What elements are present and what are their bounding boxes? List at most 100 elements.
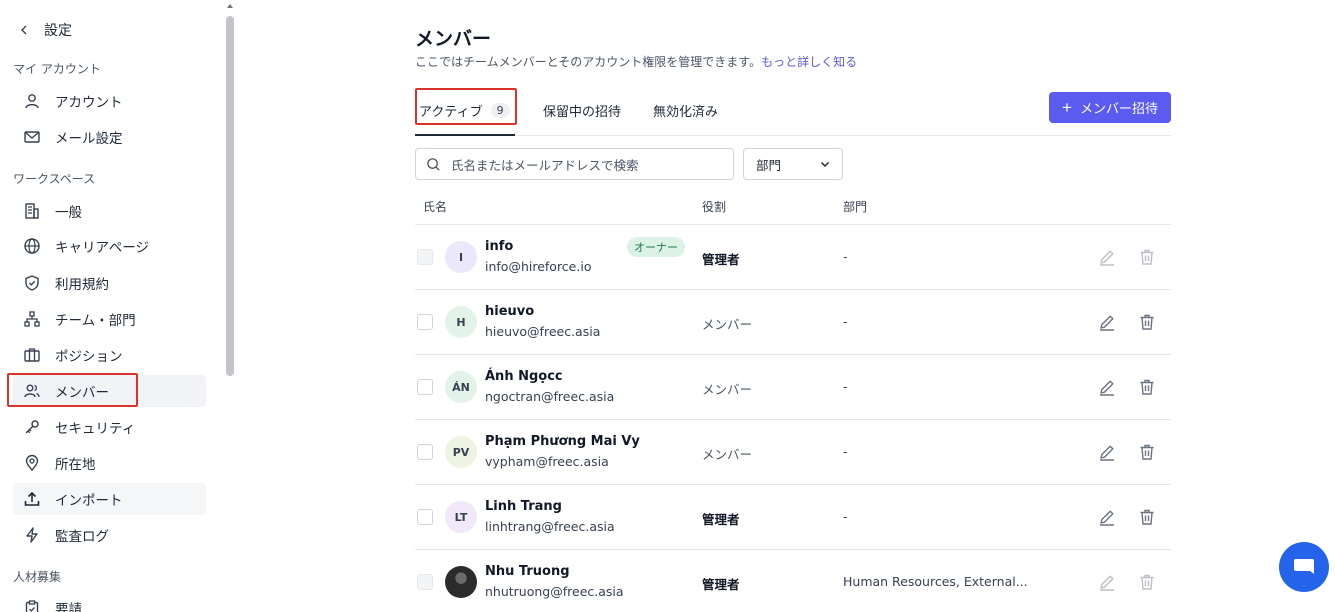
trash-icon	[1137, 444, 1157, 466]
pencil-icon	[1097, 575, 1117, 596]
member-email: info@hireforce.io	[485, 259, 592, 274]
edit-member-button[interactable]	[1097, 312, 1117, 332]
department-filter-select[interactable]: 部門	[743, 148, 843, 180]
page-title: メンバー	[415, 28, 492, 50]
delete-member-button	[1137, 247, 1157, 267]
avatar	[445, 566, 477, 598]
sidebar-item-import[interactable]: インポート	[13, 483, 206, 515]
sidebar-item-audit-log[interactable]: 監査ログ	[13, 519, 206, 551]
globe-icon	[24, 238, 40, 254]
edit-member-button[interactable]	[1097, 377, 1117, 397]
pencil-icon	[1097, 250, 1117, 271]
tab-active[interactable]: アクティブ 9	[419, 101, 510, 120]
delete-member-button[interactable]	[1137, 377, 1157, 397]
lightning-icon	[26, 527, 38, 543]
sidebar-item-label: 一般	[55, 205, 82, 221]
sidebar-item-requisitions[interactable]: 要請	[13, 592, 206, 612]
table-row: Nhu Truong nhutruong@freec.asia 管理者 Human R…	[415, 550, 1171, 612]
table-row: ÁN Ánh Ngọcc ngoctran@freec.asia メンバー -	[415, 355, 1171, 420]
shield-icon	[25, 275, 39, 291]
search-icon	[427, 157, 440, 171]
invite-member-button[interactable]: + メンバー招待	[1049, 92, 1171, 123]
sidebar-item-terms[interactable]: 利用規約	[13, 267, 206, 299]
section-title-recruiting: 人材募集	[13, 570, 62, 584]
member-search-input[interactable]: 氏名またはメールアドレスで検索	[415, 148, 734, 180]
tab-pending-invites[interactable]: 保留中の招待	[543, 101, 621, 120]
chat-support-button[interactable]	[1279, 542, 1329, 592]
avatar: LT	[445, 501, 477, 533]
member-role: 管理者	[702, 577, 740, 592]
pencil-icon	[1097, 510, 1117, 531]
sidebar-scrollbar[interactable]	[224, 0, 236, 612]
tab-deactivated[interactable]: 無効化済み	[653, 101, 718, 120]
sidebar-item-label: 利用規約	[55, 277, 109, 293]
map-pin-icon	[25, 454, 39, 472]
member-email: ngoctran@freec.asia	[485, 389, 615, 404]
mail-icon	[24, 131, 40, 143]
table-row: LT Linh Trang linhtrang@freec.asia 管理者 -	[415, 485, 1171, 550]
upload-icon	[24, 491, 40, 506]
sidebar-item-label: キャリアページ	[55, 240, 149, 256]
section-title-workspace: ワークスペース	[13, 172, 96, 186]
edit-member-button	[1097, 572, 1117, 592]
member-department: Human Resources, External...	[843, 574, 1028, 589]
trash-icon	[1137, 314, 1157, 336]
key-icon	[25, 420, 39, 434]
edit-member-button[interactable]	[1097, 442, 1117, 462]
clipboard-icon	[25, 600, 39, 612]
learn-more-link[interactable]: もっと詳しく知る	[761, 55, 857, 69]
sidebar-item-general[interactable]: 一般	[13, 195, 206, 227]
member-name: Phạm Phương Mai Vy	[485, 434, 640, 449]
trash-icon	[1137, 574, 1157, 596]
member-email: linhtrang@freec.asia	[485, 519, 615, 534]
sidebar-item-locations[interactable]: 所在地	[13, 447, 206, 479]
member-role: メンバー	[702, 317, 753, 332]
table-header: 氏名 役割 部門	[415, 190, 1171, 225]
sidebar-item-label: メンバー	[55, 385, 109, 401]
row-select-checkbox	[417, 574, 433, 590]
scroll-up-arrow-icon[interactable]	[227, 4, 233, 8]
sidebar-item-label: 要請	[55, 602, 82, 612]
edit-member-button	[1097, 247, 1117, 267]
member-department: -	[843, 314, 848, 329]
sidebar-item-mail-settings[interactable]: メール設定	[13, 121, 206, 153]
org-chart-icon	[24, 311, 40, 327]
row-select-checkbox[interactable]	[417, 314, 433, 330]
sidebar-item-positions[interactable]: ポジション	[13, 339, 206, 371]
row-select-checkbox[interactable]	[417, 509, 433, 525]
member-name: Linh Trang	[485, 499, 562, 514]
avatar-initials: PV	[452, 445, 470, 459]
row-select-checkbox[interactable]	[417, 444, 433, 460]
member-email: hieuvo@freec.asia	[485, 324, 601, 339]
avatar: PV	[445, 436, 477, 468]
subtitle-text: ここではチームメンバーとそのアカウント権限を管理できます。	[415, 55, 762, 69]
row-select-checkbox[interactable]	[417, 379, 433, 395]
avatar-initials: LT	[454, 510, 468, 524]
member-name: Ánh Ngọcc	[485, 369, 563, 384]
table-row: PV Phạm Phương Mai Vy vypham@freec.asia メンバ…	[415, 420, 1171, 485]
trash-icon	[1137, 379, 1157, 401]
scroll-thumb[interactable]	[226, 16, 234, 376]
sidebar-item-career-page[interactable]: キャリアページ	[13, 230, 206, 262]
sidebar-item-members[interactable]: メンバー	[13, 375, 206, 407]
tab-label: 保留中の招待	[543, 105, 622, 120]
member-role: 管理者	[702, 252, 740, 267]
sidebar-item-security[interactable]: セキュリティ	[13, 411, 206, 443]
member-role: メンバー	[702, 382, 753, 397]
sidebar-item-account[interactable]: アカウント	[13, 85, 206, 117]
avatar-initials: H	[456, 315, 466, 329]
delete-member-button[interactable]	[1137, 442, 1157, 462]
sidebar-item-teams[interactable]: チーム・部門	[13, 303, 206, 335]
member-name: info	[485, 239, 514, 254]
trash-icon	[1137, 509, 1157, 531]
users-icon	[24, 384, 40, 398]
edit-member-button[interactable]	[1097, 507, 1117, 527]
back-to-settings[interactable]: 設定	[18, 20, 72, 40]
member-department: -	[843, 509, 848, 524]
delete-member-button[interactable]	[1137, 312, 1157, 332]
invite-member-label: メンバー招待	[1079, 101, 1158, 116]
delete-member-button[interactable]	[1137, 507, 1157, 527]
plus-icon: +	[1062, 98, 1072, 117]
member-role: メンバー	[702, 447, 753, 462]
user-icon	[25, 94, 39, 109]
